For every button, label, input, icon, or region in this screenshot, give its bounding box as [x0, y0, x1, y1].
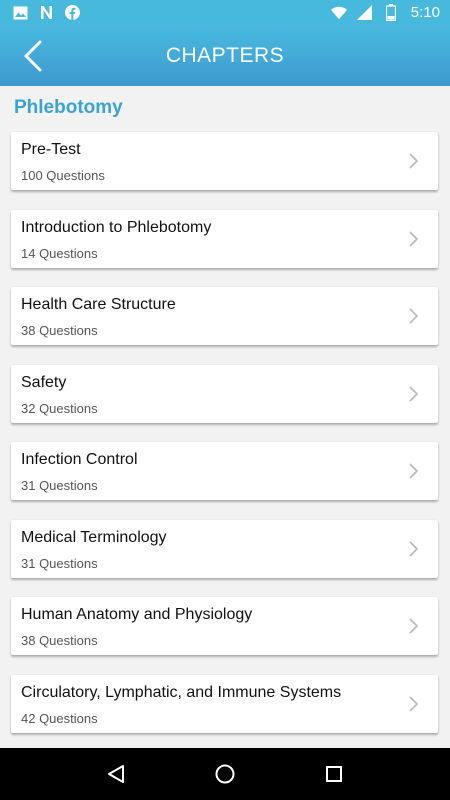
chapter-name: Medical Terminology — [21, 528, 167, 546]
status-bar-notifications — [12, 5, 80, 21]
nav-home-button[interactable] — [210, 759, 240, 789]
nav-back-button[interactable] — [101, 759, 131, 789]
chapter-item-health-care-structure[interactable]: Health Care Structure 38 Questions — [11, 287, 438, 345]
chapter-item-safety[interactable]: Safety 32 Questions — [11, 364, 438, 423]
chevron-right-icon — [409, 308, 418, 324]
chapter-question-count: 31 Questions — [21, 555, 98, 571]
chapter-item-circulatory-systems[interactable]: Circulatory, Lymphatic, and Immune Syste… — [11, 674, 438, 733]
page-title: CHAPTERS — [165, 43, 285, 67]
chapter-item-introduction[interactable]: Introduction to Phlebotomy 14 Questions — [11, 209, 438, 268]
chapter-question-count: 31 Questions — [21, 478, 98, 493]
chapter-question-count: 100 Questions — [21, 168, 105, 183]
chapter-question-count: 42 Questions — [21, 710, 98, 726]
chapter-item-anatomy-physiology[interactable]: Human Anatomy and Physiology 38 Question… — [11, 597, 438, 655]
status-bar-system: 5:10 — [330, 4, 440, 21]
chevron-right-icon — [409, 463, 418, 479]
chapter-name: Safety — [21, 373, 67, 391]
chapter-name: Pre-Test — [21, 141, 81, 158]
chapter-name: Circulatory, Lymphatic, and Immune Syste… — [21, 683, 342, 701]
signal-icon — [357, 5, 373, 21]
chapter-name: Health Care Structure — [21, 296, 176, 313]
chapter-name: Infection Control — [21, 451, 138, 468]
chapter-name: Introduction to Phlebotomy — [21, 218, 212, 236]
chapter-question-count: 14 Questions — [21, 245, 98, 261]
wifi-icon — [330, 5, 347, 21]
home-circle-icon — [215, 764, 235, 784]
status-time: 5:10 — [410, 4, 440, 21]
status-bar: 5:10 — [0, 0, 450, 25]
recents-square-icon — [325, 766, 342, 782]
section-title: Phlebotomy — [14, 97, 123, 118]
nav-recents-button[interactable] — [319, 759, 349, 789]
chevron-right-icon — [409, 230, 418, 247]
back-triangle-icon — [108, 765, 125, 783]
n-icon — [38, 5, 54, 21]
chevron-right-icon — [409, 695, 418, 712]
app-bar: CHAPTERS — [0, 25, 450, 86]
chapter-item-pre-test[interactable]: Pre-Test 100 Questions — [11, 132, 438, 190]
chapter-question-count: 38 Questions — [21, 323, 98, 338]
navigation-bar — [0, 748, 450, 800]
chapter-question-count: 32 Questions — [21, 400, 98, 416]
chapter-list: Pre-Test 100 Questions Introduction to P… — [11, 132, 438, 752]
image-icon — [12, 5, 28, 21]
chevron-left-icon — [24, 40, 42, 72]
chapter-name: Human Anatomy and Physiology — [21, 606, 253, 623]
chevron-right-icon — [409, 385, 418, 402]
facebook-icon — [64, 5, 80, 21]
battery-icon — [383, 4, 399, 21]
chapter-item-infection-control[interactable]: Infection Control 31 Questions — [11, 442, 438, 500]
chevron-right-icon — [409, 153, 418, 169]
chevron-right-icon — [409, 540, 418, 557]
back-button[interactable] — [14, 37, 52, 75]
chevron-right-icon — [409, 618, 418, 634]
chapter-question-count: 38 Questions — [21, 633, 98, 648]
chapter-item-medical-terminology[interactable]: Medical Terminology 31 Questions — [11, 519, 438, 578]
